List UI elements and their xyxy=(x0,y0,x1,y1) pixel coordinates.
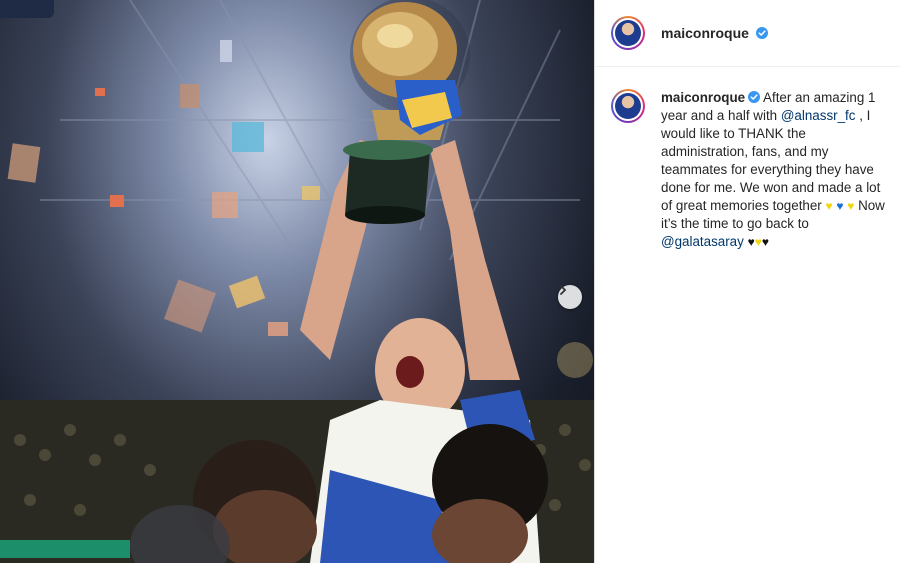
post-photo[interactable] xyxy=(0,0,594,563)
verified-badge-icon xyxy=(755,27,768,39)
caption-avatar[interactable] xyxy=(611,89,645,123)
yellow-heart-icon: ♥ xyxy=(825,199,833,213)
blue-heart-icon: ♥ xyxy=(836,199,844,213)
next-photo-button[interactable] xyxy=(558,285,582,309)
caption-username[interactable]: maiconroque xyxy=(661,90,745,105)
username-text[interactable]: maiconroque xyxy=(661,25,749,41)
yellow-heart-icon: ♥ xyxy=(754,235,762,249)
verified-badge-icon xyxy=(748,91,761,103)
mention-alnassr[interactable]: @alnassr_fc xyxy=(781,108,856,123)
caption-part-2: , I would like to THANK the administrati… xyxy=(661,108,881,213)
black-heart-icon: ♥ xyxy=(761,235,769,249)
avatar-image xyxy=(615,20,641,46)
caption-text: maiconroque After an amazing 1 year and … xyxy=(661,89,891,251)
post-caption: maiconroque After an amazing 1 year and … xyxy=(595,67,900,251)
black-heart-icon: ♥ xyxy=(747,235,755,249)
avatar[interactable] xyxy=(611,16,645,50)
chevron-right-icon xyxy=(560,285,567,295)
club-badge xyxy=(0,0,54,18)
post-header: maiconroque xyxy=(595,0,900,67)
avatar-image xyxy=(615,93,641,119)
post-details-panel: maiconroque maiconroque After an amazing… xyxy=(594,0,900,563)
post-username[interactable]: maiconroque xyxy=(661,25,768,41)
celebration-photo-illustration xyxy=(0,0,594,563)
mention-galatasaray[interactable]: @galatasaray xyxy=(661,234,744,249)
